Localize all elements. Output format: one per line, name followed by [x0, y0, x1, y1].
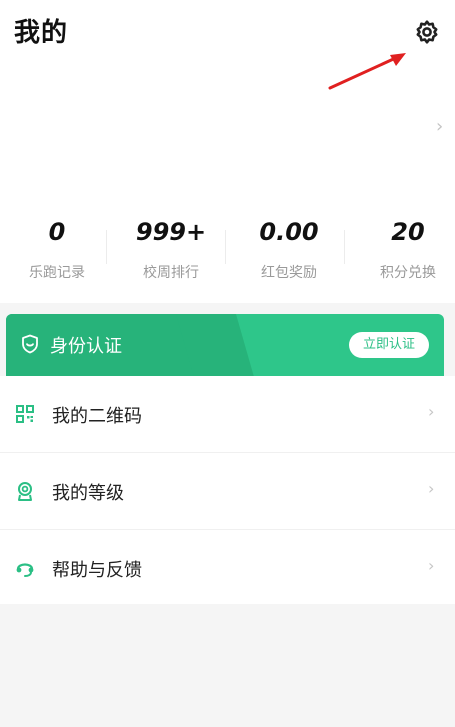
stat-label: 积分兑换 — [380, 265, 436, 281]
stat-value: 0.00 — [259, 218, 319, 246]
profile-header-panel: 我的 › 0 乐跑记录 999+ 校周排行 0.00 红包奖励 20 积分兑换 — [0, 0, 455, 303]
stat-label: 校周排行 — [143, 265, 199, 281]
menu-item-help-feedback[interactable]: 帮助与反馈 › — [0, 530, 455, 606]
stats-row: 0 乐跑记录 999+ 校周排行 0.00 红包奖励 20 积分兑换 — [0, 214, 455, 284]
divider — [225, 230, 226, 264]
gear-icon[interactable] — [414, 19, 440, 45]
chevron-right-icon: › — [428, 556, 435, 575]
banner-title: 身份认证 — [50, 336, 122, 357]
menu-list: 我的二维码 › 我的等级 › 帮助与反馈 › — [0, 376, 455, 604]
stat-run-records[interactable]: 0 乐跑记录 — [0, 214, 114, 284]
menu-item-label: 我的二维码 — [52, 406, 142, 427]
stat-value: 0 — [48, 218, 66, 246]
medal-icon — [18, 482, 32, 501]
menu-item-label: 帮助与反馈 — [52, 560, 142, 581]
annotation-arrow — [328, 53, 406, 90]
stat-label: 乐跑记录 — [29, 265, 85, 281]
page-title: 我的 — [14, 18, 69, 48]
verify-now-button[interactable]: 立即认证 — [349, 332, 429, 358]
shield-icon — [22, 334, 38, 354]
stat-red-packet-rewards[interactable]: 0.00 红包奖励 — [232, 214, 346, 284]
profile-chevron-icon[interactable]: › — [436, 116, 448, 138]
menu-item-label: 我的等级 — [52, 483, 124, 504]
qr-code-icon — [16, 405, 34, 423]
stat-value: 999+ — [135, 218, 207, 246]
menu-item-my-level[interactable]: 我的等级 › — [0, 453, 455, 529]
menu-item-my-qr-code[interactable]: 我的二维码 › — [0, 376, 455, 452]
stat-campus-ranking[interactable]: 999+ 校周排行 — [114, 214, 228, 284]
identity-verification-banner[interactable]: 身份认证 立即认证 — [6, 314, 444, 376]
stat-points-exchange[interactable]: 20 积分兑换 — [351, 214, 455, 284]
chevron-right-icon: › — [428, 402, 435, 421]
divider — [344, 230, 345, 264]
headset-icon — [16, 563, 34, 577]
divider — [106, 230, 107, 264]
stat-label: 红包奖励 — [261, 265, 317, 281]
chevron-right-icon: › — [428, 479, 435, 498]
stat-value: 20 — [391, 218, 425, 246]
